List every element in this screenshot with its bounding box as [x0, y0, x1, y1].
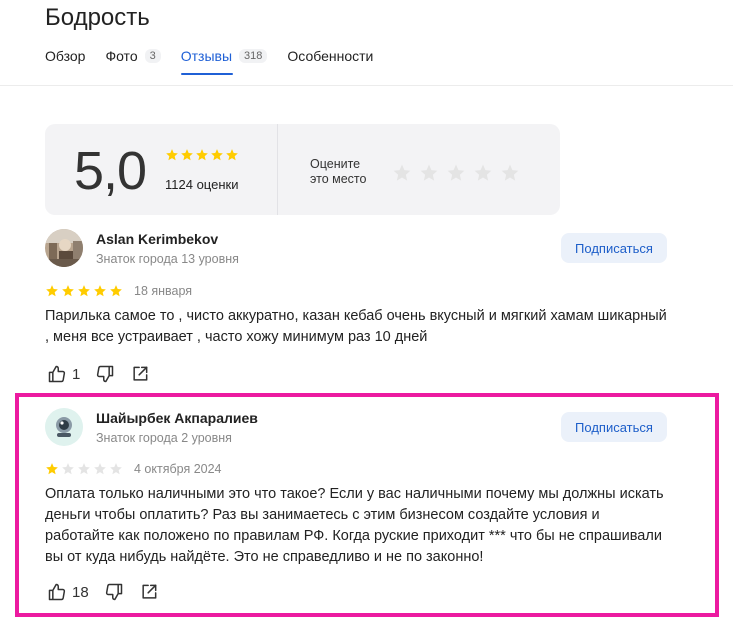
header-divider — [0, 85, 733, 86]
avatar[interactable] — [45, 229, 83, 267]
tab-label: Отзывы — [180, 48, 233, 64]
star-filled-icon — [181, 149, 193, 161]
tab-count-badge: 318 — [239, 49, 268, 63]
rate-stars-input — [392, 163, 520, 183]
review-author[interactable]: Aslan Kerimbekov — [96, 231, 218, 247]
star-filled-icon — [62, 285, 74, 297]
thumbs-down-icon — [97, 365, 114, 383]
review-actions: 1 — [47, 364, 165, 384]
star-empty-icon[interactable] — [392, 163, 412, 183]
tab-label: Обзор — [45, 48, 86, 64]
tabs-bar: Обзор Фото 3 Отзывы 318 Особенности — [45, 46, 393, 75]
review-stars — [45, 284, 123, 298]
share-icon — [133, 366, 148, 381]
star-empty-icon[interactable] — [500, 163, 520, 183]
star-filled-icon — [226, 149, 238, 161]
tab-label: Особенности — [287, 48, 374, 64]
like-count: 1 — [72, 365, 81, 383]
rate-prompt: Оцените это место — [310, 157, 366, 187]
tab-label: Фото — [105, 48, 138, 64]
tab-photos[interactable]: Фото 3 — [105, 46, 161, 66]
rating-summary-card: 5,0 1124 оценки Оцените это место — [45, 124, 560, 215]
rate-prompt-line1: Оцените — [310, 157, 361, 171]
share-button[interactable] — [130, 364, 150, 384]
author-level: Знаток города 13 уровня — [96, 252, 239, 266]
star-filled-icon — [166, 149, 178, 161]
star-filled-icon — [46, 285, 58, 297]
average-stars — [165, 148, 239, 162]
page-title: Бодрость — [45, 4, 150, 31]
average-score: 5,0 — [74, 141, 147, 201]
rate-prompt-line2: это место — [310, 172, 367, 186]
tab-features[interactable]: Особенности — [287, 46, 373, 66]
star-empty-icon[interactable] — [446, 163, 466, 183]
star-filled-icon — [196, 149, 208, 161]
star-filled-icon — [94, 285, 106, 297]
tab-count-badge: 3 — [144, 49, 161, 63]
review-text: Парилька самое то , чисто аккуратно, каз… — [45, 308, 667, 345]
star-empty-icon[interactable] — [473, 163, 493, 183]
tab-reviews[interactable]: Отзывы 318 — [180, 46, 268, 75]
card-divider — [277, 124, 278, 215]
star-filled-icon — [78, 285, 90, 297]
thumbs-up-icon — [48, 365, 66, 383]
tab-overview[interactable]: Обзор — [45, 46, 85, 66]
dislike-button[interactable] — [95, 364, 115, 384]
subscribe-button[interactable]: Подписаться — [561, 233, 667, 263]
star-empty-icon[interactable] — [419, 163, 439, 183]
like-button[interactable]: 1 — [47, 364, 80, 384]
star-filled-icon — [211, 149, 223, 161]
star-filled-icon — [110, 285, 122, 297]
highlight-frame — [15, 393, 719, 617]
ratings-count: 1124 оценки — [165, 177, 239, 192]
review-date: 18 января — [134, 284, 193, 298]
